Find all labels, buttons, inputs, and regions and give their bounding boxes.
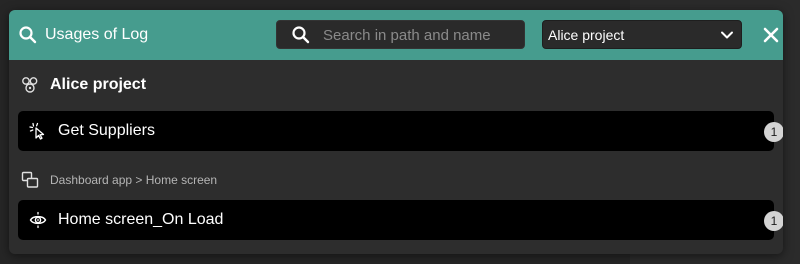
search-icon bbox=[19, 26, 37, 44]
project-name: Alice project bbox=[50, 76, 147, 93]
chevron-down-icon bbox=[721, 31, 733, 39]
screen-icon bbox=[21, 171, 39, 188]
eye-icon bbox=[29, 211, 47, 229]
search-field[interactable] bbox=[276, 20, 525, 49]
usage-row-get-suppliers[interactable]: Get Suppliers 1 bbox=[18, 111, 783, 151]
popup-header: Usages of Log Alice project bbox=[9, 10, 783, 60]
search-icon bbox=[292, 26, 310, 44]
project-icon bbox=[22, 77, 38, 93]
usage-label: Home screen_On Load bbox=[58, 211, 224, 228]
usage-label: Get Suppliers bbox=[58, 122, 155, 139]
close-icon[interactable] bbox=[761, 25, 781, 45]
usages-popup: Usages of Log Alice project Alice bbox=[9, 10, 783, 254]
group-path: Dashboard app > Home screen bbox=[50, 173, 218, 187]
project-dropdown-value: Alice project bbox=[548, 27, 625, 43]
project-dropdown[interactable]: Alice project bbox=[542, 20, 742, 49]
usage-row-home-screen-on-load[interactable]: Home screen_On Load 1 bbox=[18, 200, 783, 240]
usage-count-badge: 1 bbox=[764, 211, 783, 231]
cursor-click-icon bbox=[29, 122, 45, 140]
popup-title: Usages of Log bbox=[45, 26, 149, 43]
usage-count-badge: 1 bbox=[764, 122, 783, 142]
search-input[interactable] bbox=[323, 24, 518, 46]
